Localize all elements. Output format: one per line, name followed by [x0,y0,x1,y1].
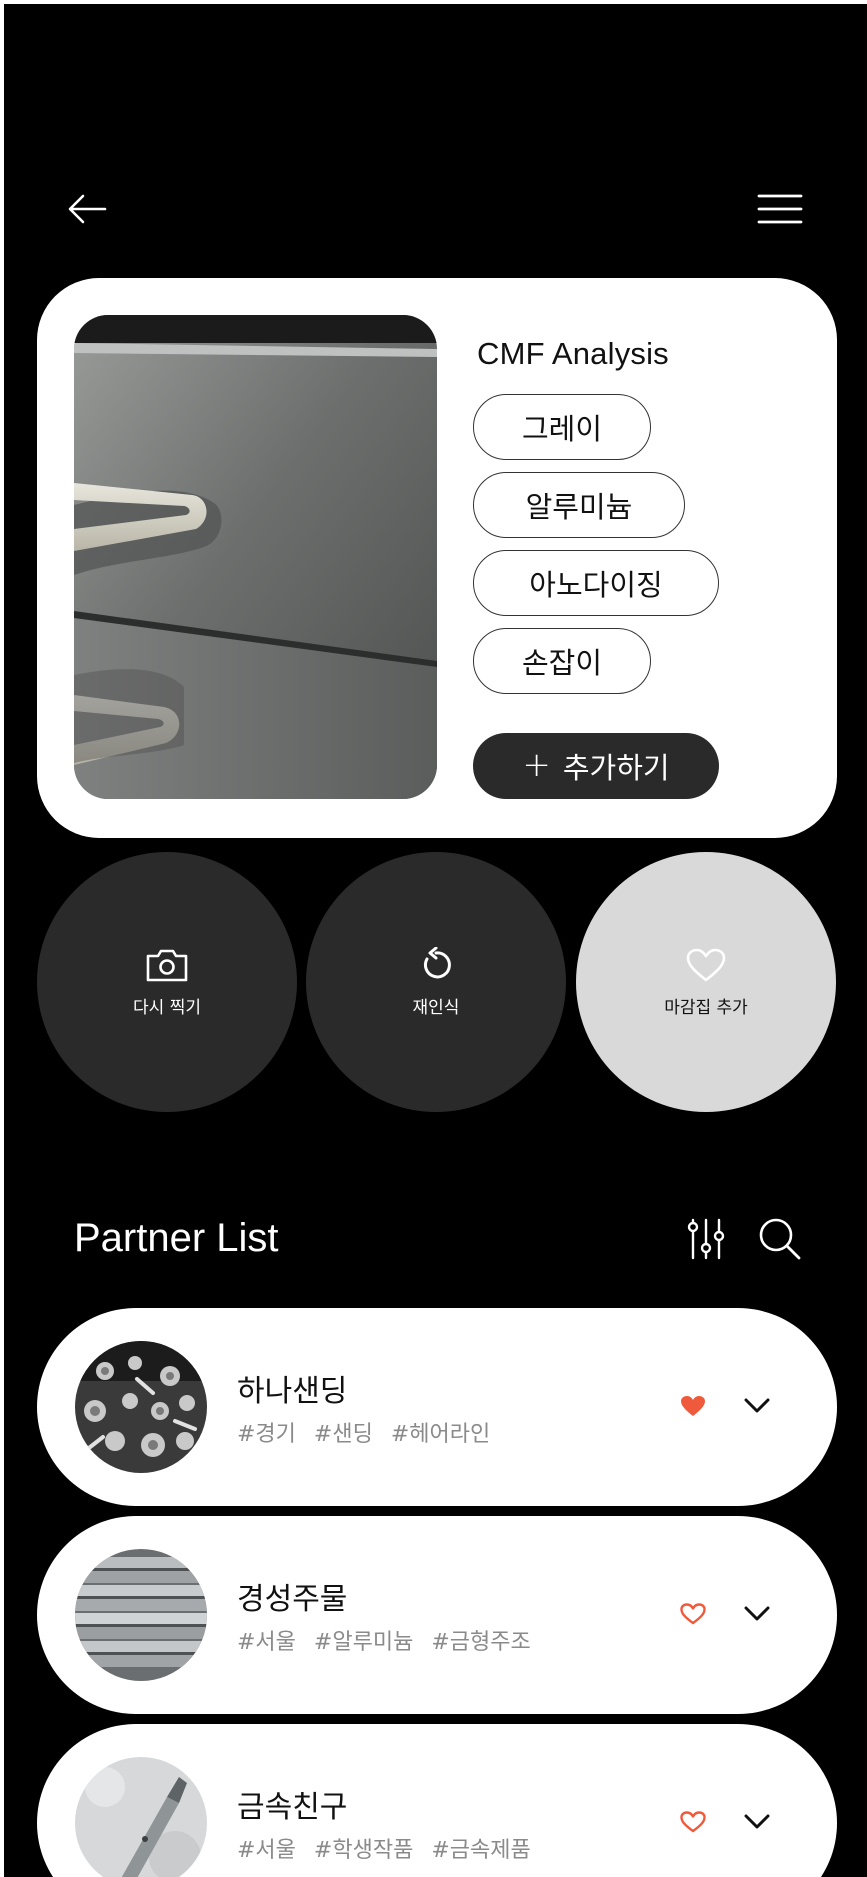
expand-button[interactable] [737,1594,777,1634]
search-button[interactable] [754,1213,804,1263]
tool-photo-image [75,1757,207,1877]
search-icon [759,1218,801,1260]
arrow-left-icon [68,194,107,224]
partner-tag: #헤어라인 [390,1422,491,1447]
partner-avatar [75,1757,207,1877]
partner-tags: #경기 #샌딩 #헤어라인 [237,1416,490,1448]
heart-filled-icon [681,1396,705,1416]
partner-name: 하나샌딩 [237,1374,348,1409]
tag-chip-aluminum[interactable]: 알루미늄 [473,472,685,538]
expand-button[interactable] [737,1386,777,1426]
heart-outline-icon [680,1603,706,1625]
heart-outline-icon [680,1811,706,1833]
partner-tag: #샌딩 [313,1422,373,1447]
retake-photo-label: 다시 찍기 [133,997,201,1018]
partner-tag: #금형주조 [431,1630,531,1655]
add-tag-button[interactable]: + 추가하기 [473,733,719,799]
tag-chip-anodizing[interactable]: 아노다이징 [473,550,719,616]
add-tag-label: 추가하기 [562,751,670,785]
partner-list-title: Partner List [74,1216,279,1260]
pipes-photo-image [75,1549,207,1681]
partner-tag: #알루미늄 [313,1630,414,1655]
partner-name: 금속친구 [237,1790,348,1825]
menu-button[interactable] [753,184,807,234]
filter-button[interactable] [682,1215,730,1263]
refresh-icon [423,946,451,978]
drawer-photo-image [74,315,437,799]
camera-icon [146,949,188,981]
partner-tag: #학생작품 [313,1838,414,1863]
bolts-photo-image [75,1341,207,1473]
re-recognize-label: 재인식 [412,997,460,1018]
partner-tag: #서울 [237,1630,296,1655]
expand-button[interactable] [737,1802,777,1842]
partner-card-hana-sanding[interactable]: 하나샌딩 #경기 #샌딩 #헤어라인 [37,1308,837,1506]
tag-chip-handle[interactable]: 손잡이 [473,628,651,694]
add-to-finish-collection-label: 마감집 추가 [664,997,748,1018]
partner-avatar [75,1341,207,1473]
partner-tag: #금속제품 [431,1838,531,1863]
plus-icon: + [522,744,551,785]
favorite-button[interactable] [673,1802,713,1842]
partner-tags: #서울 #학생작품 #금속제품 [237,1832,531,1864]
favorite-button[interactable] [673,1386,713,1426]
partner-card-gyeongseong-casting[interactable]: 경성주물 #서울 #알루미늄 #금형주조 [37,1516,837,1714]
partner-avatar [75,1549,207,1681]
partner-tag: #서울 [237,1838,296,1863]
analysis-title: CMF Analysis [477,336,669,371]
chevron-down-icon [744,1814,770,1829]
back-button[interactable] [62,184,112,234]
filter-sliders-icon [687,1218,725,1260]
add-to-finish-collection-button[interactable]: 마감집 추가 [576,852,836,1112]
heart-outline-icon [686,948,726,981]
captured-photo [74,315,437,799]
tag-chip-gray[interactable]: 그레이 [473,394,651,460]
app-screen: CMF Analysis 그레이 알루미늄 아노다이징 손잡이 + 추가하기 다… [4,4,867,1877]
re-recognize-button[interactable]: 재인식 [306,852,566,1112]
retake-photo-button[interactable]: 다시 찍기 [37,852,297,1112]
partner-card-metal-friend[interactable]: 금속친구 #서울 #학생작품 #금속제품 [37,1724,837,1877]
chevron-down-icon [744,1398,770,1413]
chevron-down-icon [744,1606,770,1621]
partner-tag: #경기 [237,1422,296,1447]
hamburger-menu-icon [757,194,803,224]
partner-name: 경성주물 [237,1582,348,1617]
cmf-analysis-card: CMF Analysis 그레이 알루미늄 아노다이징 손잡이 + 추가하기 [37,278,837,838]
partner-tags: #서울 #알루미늄 #금형주조 [237,1624,531,1656]
favorite-button[interactable] [673,1594,713,1634]
